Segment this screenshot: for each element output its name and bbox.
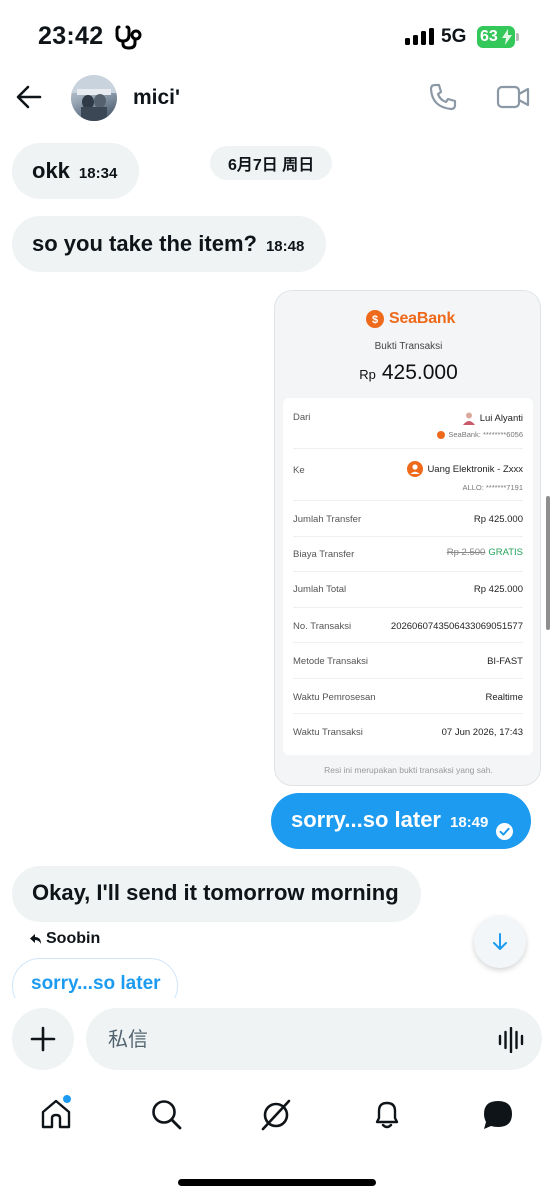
row-value: 20260607435064330690515​77	[390, 621, 523, 632]
battery-cap	[516, 33, 519, 41]
plus-icon	[30, 1026, 56, 1052]
receipt-subtitle: Bukti Transaksi	[374, 341, 443, 352]
arrow-down-icon	[493, 933, 507, 950]
row-label: Waktu Transaksi	[293, 727, 363, 738]
battery-level: 63	[480, 28, 498, 45]
messages-icon[interactable]	[481, 1098, 515, 1132]
receipt-row: No. Transaksi 20260607435064330690515​77	[293, 608, 523, 643]
message-input[interactable]	[86, 1008, 542, 1070]
to-name-text: Uang Elektronik - Zxxx	[427, 463, 523, 475]
to-account: ALLO: *******7191	[462, 483, 523, 492]
row-label: Dari	[293, 412, 311, 423]
bottom-navigation	[0, 1085, 554, 1147]
reply-name: Soobin	[46, 930, 101, 947]
row-label: Ke	[293, 465, 305, 476]
receipt-row: Waktu Pemrosesan Realtime	[293, 679, 523, 714]
row-label: Biaya Transfer	[293, 549, 355, 560]
scrollbar[interactable]	[546, 496, 550, 630]
receipt-image-message[interactable]: $ SeaBank Bukti Transaksi Rp 425.000 Dari…	[274, 290, 541, 786]
receipt-row: Metode Transaksi BI-FAST	[293, 643, 523, 679]
receipt-details-card: Dari Lui Alyanti SeaBank: ********6056 K…	[283, 398, 533, 755]
conversation-header: mici'	[0, 70, 554, 128]
message-composer	[0, 1005, 554, 1071]
original-fee: Rp 2.500	[446, 547, 486, 558]
svg-text:$: $	[372, 314, 378, 326]
stethoscope-icon	[115, 25, 142, 50]
search-icon[interactable]	[150, 1098, 182, 1130]
charging-bolt-icon	[502, 29, 512, 45]
from-name: Lui Alyanti	[462, 411, 523, 425]
receipt-row: Waktu Transaksi 07 Jun 2026, 17:43	[293, 714, 523, 750]
row-label: No. Transaksi	[293, 621, 352, 632]
message-bubble-sent[interactable]: sorry...so later 18:49	[271, 793, 532, 849]
row-value: Rp 2.500 GRATIS	[447, 547, 523, 558]
row-value: Rp 425.000	[473, 514, 523, 525]
back-arrow-icon[interactable]	[16, 84, 42, 110]
row-label: Jumlah Transfer	[293, 514, 362, 525]
quoted-text: sorry...so later	[31, 973, 161, 994]
message-time: 18:48	[265, 238, 305, 255]
notifications-icon[interactable]	[371, 1098, 403, 1130]
date-separator: 6月7日 周日	[210, 146, 333, 180]
battery-icon: 63	[477, 26, 515, 48]
home-notification-dot	[62, 1094, 72, 1104]
message-text: Okay, I'll send it tomorrow morning	[32, 880, 399, 905]
from-account: SeaBank: ********6056	[437, 430, 523, 439]
video-call-icon[interactable]	[496, 84, 530, 110]
receipt-row: Jumlah Total Rp 425.000	[293, 572, 523, 608]
phone-call-icon[interactable]	[428, 82, 458, 112]
receipt-row: Jumlah Transfer Rp 425.000	[293, 501, 523, 537]
user-circle-icon	[407, 461, 424, 477]
reply-arrow-icon	[30, 934, 41, 944]
row-label: Waktu Pemrosesan	[293, 692, 376, 703]
row-label: Metode Transaksi	[293, 656, 368, 667]
row-value: Realtime	[485, 692, 524, 703]
row-value: BI-FAST	[487, 656, 523, 667]
person-avatar-icon	[462, 412, 475, 425]
contact-name[interactable]: mici'	[133, 86, 180, 110]
read-receipt-icon	[496, 822, 514, 840]
message-text: so you take the item?	[32, 231, 257, 256]
row-value: 07 Jun 2026, 17:43	[441, 727, 523, 738]
receipt-row-to: Ke Uang Elektronik - Zxxx ALLO: *******7…	[293, 449, 523, 501]
home-indicator	[178, 1179, 376, 1186]
seabank-logo: $ SeaBank	[365, 309, 455, 329]
scroll-to-bottom-button[interactable]	[474, 916, 526, 968]
network-type: 5G	[441, 26, 467, 47]
free-fee: GRATIS	[488, 547, 523, 558]
reply-indicator: Soobin	[30, 930, 100, 948]
receipt-currency: Rp	[359, 367, 376, 382]
cellular-signal-icon	[405, 28, 434, 45]
receipt-row-from: Dari Lui Alyanti SeaBank: ********6056	[293, 398, 523, 449]
receipt-amount: Rp 425.000	[275, 361, 540, 385]
seabank-coin-icon: $	[366, 310, 384, 328]
avatar[interactable]	[71, 75, 117, 121]
quoted-message[interactable]: sorry...so later	[12, 958, 178, 998]
attach-button[interactable]	[12, 1008, 74, 1070]
row-label: Jumlah Total	[293, 584, 347, 595]
message-bubble-received[interactable]: Okay, I'll send it tomorrow morning	[12, 866, 421, 922]
status-bar: 23:42 5G 63	[0, 0, 554, 70]
seabank-small-icon	[437, 430, 446, 439]
status-time: 23:42	[38, 22, 104, 50]
message-text: sorry...so later	[291, 807, 441, 832]
avatar-photo	[71, 75, 117, 121]
receipt-row: Biaya Transfer Rp 2.500 GRATIS	[293, 537, 523, 572]
seabank-name: SeaBank	[389, 310, 456, 327]
message-time: 18:34	[78, 165, 118, 182]
voice-message-icon[interactable]	[497, 1027, 525, 1053]
from-name-text: Lui Alyanti	[479, 412, 523, 424]
to-name: Uang Elektronik - Zxxx	[407, 461, 523, 477]
grok-icon[interactable]	[259, 1098, 293, 1132]
message-bubble-received[interactable]: okk 18:34	[12, 143, 140, 199]
message-bubble-received[interactable]: so you take the item? 18:48	[12, 216, 327, 272]
message-text: okk	[32, 158, 70, 183]
receipt-footer: Resi ini merupakan bukti transaksi yang …	[324, 765, 493, 775]
message-time: 18:49	[450, 814, 489, 831]
row-value: Rp 425.000	[473, 584, 523, 595]
message-thread[interactable]: okk 18:34 6月7日 周日 so you take the item? …	[0, 128, 554, 998]
receipt-amount-value: 425.000	[381, 361, 458, 384]
from-account-text: SeaBank: ********6056	[448, 430, 523, 439]
